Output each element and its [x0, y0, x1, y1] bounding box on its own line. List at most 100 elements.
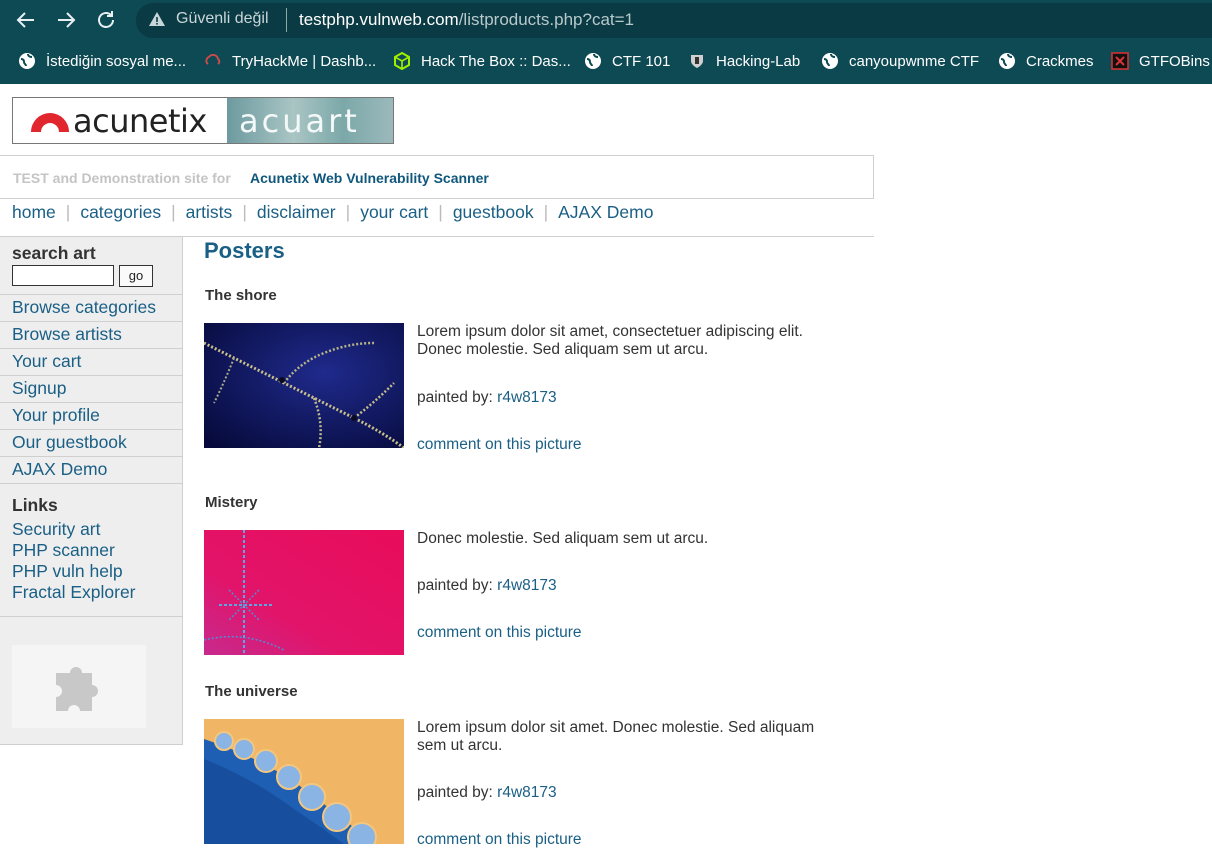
- bookmark-item[interactable]: İstediğin sosyal me...: [18, 50, 186, 72]
- site-logo[interactable]: acunetix acuart: [12, 97, 394, 144]
- sidebar-item-browse-categories[interactable]: Browse categories: [0, 294, 182, 321]
- address-divider: [286, 8, 287, 32]
- bookmark-label: Hack The Box :: Das...: [421, 52, 571, 70]
- product-image-universe[interactable]: [204, 719, 404, 844]
- url-text[interactable]: testphp.vulnweb.com/listproducts.php?cat…: [299, 10, 634, 30]
- product-title[interactable]: Mistery: [205, 494, 258, 511]
- link-security-art[interactable]: Security art: [12, 519, 101, 540]
- hackthebox-icon: [394, 52, 410, 70]
- nav-your-cart[interactable]: your cart: [360, 202, 428, 224]
- links-title: Links: [12, 495, 58, 515]
- nav-ajax-demo[interactable]: AJAX Demo: [558, 202, 653, 224]
- tagline-product[interactable]: Acunetix Web Vulnerability Scanner: [250, 170, 489, 186]
- bookmark-label: İstediğin sosyal me...: [46, 52, 187, 70]
- bookmark-label: CTF 101: [612, 52, 671, 70]
- nav-divider: |: [345, 202, 351, 222]
- sidebar-item-browse-artists[interactable]: Browse artists: [0, 321, 182, 348]
- bookmark-item[interactable]: canyoupwnme CTF: [821, 50, 979, 72]
- product-image-mistery[interactable]: [204, 530, 404, 655]
- painted-by-label: painted by:: [417, 577, 493, 594]
- artist-link[interactable]: r4w8173: [497, 389, 556, 406]
- search-input[interactable]: [12, 265, 114, 286]
- product-title[interactable]: The universe: [205, 683, 298, 700]
- bookmark-item[interactable]: GTFOBins: [1111, 50, 1210, 72]
- sidebar-item-guestbook[interactable]: Our guestbook: [0, 429, 182, 456]
- security-status[interactable]: Güvenli değil: [176, 10, 269, 28]
- nav-divider: |: [543, 202, 549, 222]
- url-path: /listproducts.php?cat=1: [458, 10, 635, 29]
- search-title: search art: [12, 243, 96, 263]
- nav-guestbook[interactable]: guestbook: [453, 202, 534, 224]
- sidebar: search art go Browse categories Browse a…: [0, 237, 183, 745]
- nav-divider: |: [171, 202, 176, 222]
- nav-categories[interactable]: categories: [80, 202, 161, 224]
- painted-by: painted by: r4w8173: [417, 389, 557, 407]
- bookmark-item[interactable]: TryHackMe | Dashb...: [204, 50, 376, 72]
- top-navigation: home | categories | artists | disclaimer | y…: [12, 202, 653, 224]
- bookmark-label: canyoupwnme CTF: [849, 52, 980, 70]
- product-image-shore[interactable]: [204, 323, 404, 448]
- bookmarks-bar: İstediğin sosyal me... TryHackMe | Dashb…: [0, 44, 1212, 78]
- acunetix-logo: acunetix: [13, 98, 227, 143]
- sidebar-item-your-cart[interactable]: Your cart: [0, 348, 182, 375]
- bookmark-label: Crackmes: [1026, 52, 1094, 70]
- gtfobins-icon: [1111, 52, 1129, 70]
- tryhackme-icon: [205, 54, 221, 65]
- bookmark-item[interactable]: Hack The Box :: Das...: [393, 50, 571, 72]
- globe-icon: [999, 53, 1015, 69]
- nav-artists[interactable]: artists: [186, 202, 233, 224]
- painted-by-label: painted by:: [417, 389, 493, 406]
- link-php-vuln-help[interactable]: PHP vuln help: [12, 561, 123, 582]
- url-host: testphp.vulnweb.com: [299, 10, 459, 29]
- hackinglab-icon: [691, 55, 703, 68]
- puzzle-piece-icon: [56, 667, 98, 711]
- bookmark-label: GTFOBins: [1139, 52, 1210, 70]
- bookmark-label: Hacking-Lab: [716, 52, 801, 70]
- comment-link[interactable]: comment on this picture: [417, 831, 582, 849]
- sidebar-item-ajax-demo[interactable]: AJAX Demo: [0, 456, 182, 484]
- address-bar[interactable]: Güvenli değil testphp.vulnweb.com/listpr…: [136, 3, 1212, 38]
- bookmark-item[interactable]: CTF 101: [584, 50, 670, 72]
- artist-link[interactable]: r4w8173: [497, 577, 556, 594]
- acunetix-mark-icon: [31, 113, 69, 132]
- forward-arrow-icon[interactable]: [54, 8, 78, 32]
- painted-by-label: painted by:: [417, 784, 493, 801]
- bookmark-label: TryHackMe | Dashb...: [232, 52, 377, 70]
- warning-icon: [149, 12, 165, 26]
- nav-divider: |: [242, 202, 247, 222]
- tagline-prefix: TEST and Demonstration site for: [13, 170, 231, 186]
- nav-disclaimer[interactable]: disclaimer: [257, 202, 336, 224]
- globe-icon: [19, 53, 35, 69]
- nav-home[interactable]: home: [12, 202, 56, 224]
- logo-left-text: acunetix: [73, 102, 207, 140]
- link-fractal-explorer[interactable]: Fractal Explorer: [12, 582, 136, 603]
- painted-by: painted by: r4w8173: [417, 577, 557, 595]
- search-go-button[interactable]: go: [119, 265, 153, 287]
- bookmark-item[interactable]: Hacking-Lab: [688, 50, 800, 72]
- comment-link[interactable]: comment on this picture: [417, 624, 582, 642]
- bookmark-item[interactable]: Crackmes: [998, 50, 1094, 72]
- link-php-scanner[interactable]: PHP scanner: [12, 540, 115, 561]
- sidebar-divider: [0, 616, 182, 617]
- sidebar-item-signup[interactable]: Signup: [0, 375, 182, 402]
- plugin-placeholder: [12, 645, 146, 728]
- logo-right-text: acuart: [239, 102, 360, 140]
- painted-by: painted by: r4w8173: [417, 784, 557, 802]
- acuart-logo: acuart: [227, 98, 393, 143]
- tagline: TEST and Demonstration site for Acunetix…: [0, 155, 874, 199]
- nav-divider: |: [65, 202, 71, 222]
- product-description: Lorem ipsum dolor sit amet, consectetuer…: [417, 323, 803, 358]
- product-description: Lorem ipsum dolor sit amet. Donec molest…: [417, 719, 815, 754]
- artist-link[interactable]: r4w8173: [497, 784, 556, 801]
- globe-icon: [585, 53, 601, 69]
- product-description: Donec molestie. Sed aliquam sem ut arcu.: [417, 530, 709, 547]
- globe-icon: [822, 53, 838, 69]
- nav-divider: |: [438, 202, 443, 222]
- reload-icon[interactable]: [94, 8, 118, 32]
- page-title: Posters: [204, 238, 285, 263]
- browser-chrome: Güvenli değil testphp.vulnweb.com/listpr…: [0, 0, 1212, 84]
- comment-link[interactable]: comment on this picture: [417, 436, 582, 454]
- sidebar-item-your-profile[interactable]: Your profile: [0, 402, 182, 429]
- product-title[interactable]: The shore: [205, 287, 277, 304]
- back-arrow-icon[interactable]: [14, 8, 38, 32]
